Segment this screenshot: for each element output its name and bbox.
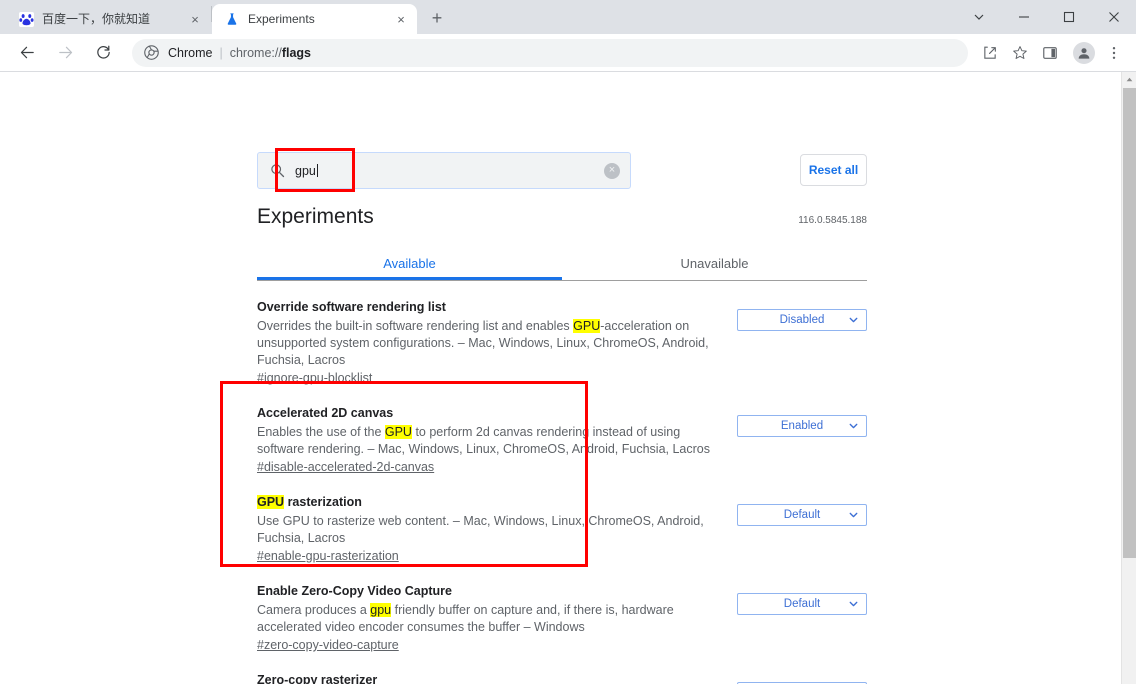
flag-title: GPU rasterization (257, 495, 362, 509)
flag-title: Accelerated 2D canvas (257, 406, 394, 420)
flag-state-select[interactable]: Enabled (737, 415, 867, 437)
flag-row: Override software rendering list Override… (257, 281, 867, 387)
minimize-icon[interactable] (1001, 1, 1046, 33)
flag-control: Disabled (737, 299, 867, 331)
flag-description: Camera produces a gpu friendly buffer on… (257, 603, 674, 634)
tab-title: Experiments (248, 12, 315, 26)
tab-strip: 百度一下，你就知道 × Experiments × + (0, 0, 1136, 34)
scrollbar-thumb[interactable] (1123, 88, 1136, 558)
flag-permalink[interactable]: #enable-gpu-rasterization (257, 548, 399, 565)
omnibox-url-path: flags (281, 45, 312, 60)
page-scrollbar[interactable] (1121, 72, 1136, 684)
title-row: Experiments 116.0.5845.188 (257, 205, 867, 229)
chevron-down-icon (849, 422, 858, 431)
flag-permalink[interactable]: #ignore-gpu-blocklist (257, 370, 372, 387)
chevron-down-icon (849, 511, 858, 520)
browser-tab-baidu[interactable]: 百度一下，你就知道 × (6, 4, 211, 34)
flag-description-block: Zero-copy rasterizerRaster threads write… (257, 672, 727, 684)
reload-button-icon[interactable] (89, 39, 117, 67)
flag-state-value: Default (783, 509, 821, 521)
forward-button-icon[interactable] (51, 39, 79, 67)
flag-description: Overrides the built-in software renderin… (257, 319, 709, 367)
flag-state-value: Default (783, 598, 821, 610)
flag-description-block: Override software rendering list Override… (257, 299, 727, 387)
chevron-down-icon (849, 316, 858, 325)
bookmark-star-icon[interactable] (1006, 39, 1034, 67)
share-icon[interactable] (976, 39, 1004, 67)
tab-available[interactable]: Available (257, 256, 562, 280)
profile-avatar[interactable] (1070, 39, 1098, 67)
search-input[interactable]: gpu (295, 163, 604, 178)
browser-toolbar: Chrome | chrome://flags (0, 34, 1136, 72)
close-icon[interactable] (1091, 1, 1136, 33)
flags-tabs: Available Unavailable (257, 256, 867, 281)
side-panel-icon[interactable] (1036, 39, 1064, 67)
flag-description: Use GPU to rasterize web content. – Mac,… (257, 514, 704, 545)
browser-window: 百度一下，你就知道 × Experiments × + Chrome | chr… (0, 0, 1136, 685)
search-icon (270, 163, 285, 178)
flags-list: Override software rendering list Override… (257, 281, 867, 684)
chrome-logo-icon (144, 44, 160, 61)
flag-state-select[interactable]: Default (737, 504, 867, 526)
new-tab-button[interactable]: + (423, 4, 451, 32)
page-viewport: gpu × Reset all Experiments 116.0.5845.1… (0, 72, 1136, 684)
search-input-value: gpu (295, 163, 316, 178)
text-caret (316, 163, 318, 177)
flag-control: Default (737, 494, 867, 526)
scroll-up-arrow-icon[interactable] (1122, 72, 1136, 87)
omnibox-divider: | (219, 45, 223, 60)
flask-favicon (224, 11, 240, 27)
browser-tab-experiments[interactable]: Experiments × (212, 4, 417, 34)
tab-search-chevron-down-icon[interactable] (956, 1, 1001, 33)
flags-page: gpu × Reset all Experiments 116.0.5845.1… (0, 72, 1121, 684)
flag-description: Enables the use of the GPU to perform 2d… (257, 425, 710, 456)
flag-state-select[interactable]: Default (737, 593, 867, 615)
chrome-version-label: 116.0.5845.188 (798, 215, 867, 226)
flag-state-value: Disabled (779, 314, 825, 326)
maximize-icon[interactable] (1046, 1, 1091, 33)
flag-row: Zero-copy rasterizerRaster threads write… (257, 654, 867, 684)
flag-permalink[interactable]: #zero-copy-video-capture (257, 637, 399, 654)
flag-row: Accelerated 2D canvas Enables the use of … (257, 387, 867, 476)
page-title: Experiments (257, 205, 374, 228)
flag-row: Enable Zero-Copy Video Capture Camera pro… (257, 565, 867, 654)
avatar (1073, 41, 1095, 64)
tab-close-icon[interactable]: × (393, 11, 409, 27)
omnibox-url-prefix: chrome:// (229, 45, 282, 60)
flag-control: Default (737, 672, 867, 684)
search-row: gpu × Reset all (257, 152, 867, 189)
back-button-icon[interactable] (13, 39, 41, 67)
address-bar[interactable]: Chrome | chrome://flags (132, 38, 968, 67)
flag-title: Override software rendering list (257, 300, 446, 314)
tab-title: 百度一下，你就知道 (42, 12, 151, 26)
flag-title: Enable Zero-Copy Video Capture (257, 584, 452, 598)
flag-description-block: Enable Zero-Copy Video Capture Camera pro… (257, 583, 727, 654)
flag-description-block: Accelerated 2D canvas Enables the use of … (257, 405, 727, 476)
flag-state-select[interactable]: Disabled (737, 309, 867, 331)
flag-control: Enabled (737, 405, 867, 437)
omnibox-scheme-label: Chrome (168, 45, 213, 60)
flag-title: Zero-copy rasterizer (257, 673, 378, 684)
baidu-favicon (18, 11, 34, 27)
flag-state-value: Enabled (780, 420, 824, 432)
clear-search-icon[interactable]: × (604, 162, 620, 179)
tab-close-icon[interactable]: × (187, 11, 203, 27)
chevron-down-icon (849, 600, 858, 609)
reset-all-button[interactable]: Reset all (800, 154, 867, 186)
flags-content: Experiments 116.0.5845.188 Available Una… (257, 205, 867, 684)
flag-permalink[interactable]: #disable-accelerated-2d-canvas (257, 459, 434, 476)
search-flags-box[interactable]: gpu × (257, 152, 631, 189)
flag-control: Default (737, 583, 867, 615)
three-dot-menu-icon[interactable] (1100, 39, 1128, 67)
tab-unavailable[interactable]: Unavailable (562, 256, 867, 280)
flag-description-block: GPU rasterization Use GPU to rasterize we… (257, 494, 727, 565)
flag-row: GPU rasterization Use GPU to rasterize we… (257, 476, 867, 565)
window-controls (956, 0, 1136, 34)
flag-state-select[interactable]: Default (737, 682, 867, 684)
toolbar-actions (974, 39, 1128, 67)
